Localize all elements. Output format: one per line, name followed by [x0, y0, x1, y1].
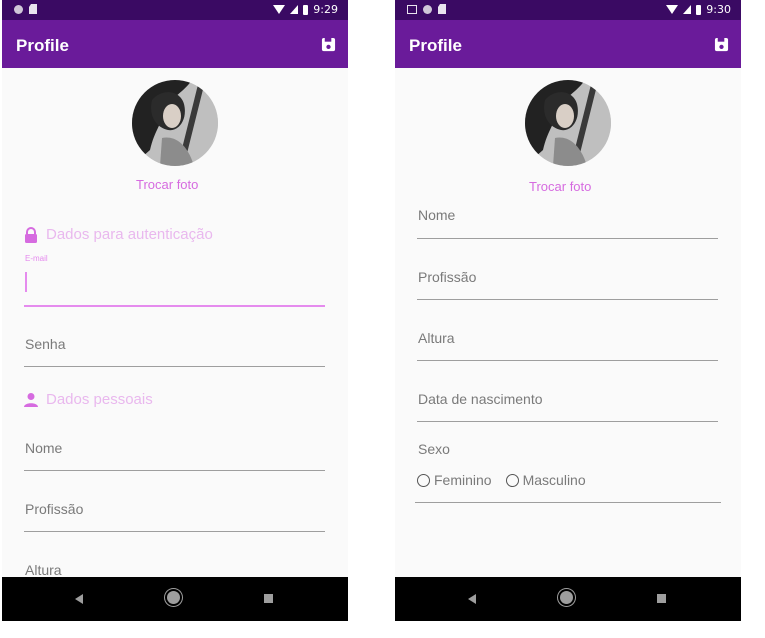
birthdate-field[interactable]: Data de nascimento — [418, 391, 543, 407]
auth-section-label: Dados para autenticação — [46, 226, 213, 243]
status-bar: 9:29 — [2, 0, 348, 20]
wifi-icon — [273, 5, 286, 14]
home-icon[interactable] — [167, 591, 180, 604]
name-field[interactable]: Nome — [418, 207, 455, 223]
app-bar: Profile — [2, 20, 348, 68]
change-photo-link[interactable]: Trocar foto — [529, 179, 591, 194]
phone-screen-left: 9:29 Profile Trocar foto Dados para aute… — [2, 0, 348, 621]
profile-photo — [525, 80, 611, 166]
auth-section-header: Dados para autenticação — [24, 226, 213, 243]
personal-section-header: Dados pessoais — [24, 391, 153, 408]
radio-masculino[interactable]: Masculino — [505, 472, 586, 488]
profession-field[interactable]: Profissão — [25, 501, 83, 517]
battery-icon — [696, 4, 702, 15]
save-icon[interactable] — [321, 37, 336, 52]
battery-icon — [303, 4, 309, 15]
mail-icon — [407, 4, 417, 14]
sex-label: Sexo — [418, 441, 450, 457]
navigation-bar — [395, 577, 741, 621]
email-field[interactable] — [24, 305, 325, 307]
back-icon[interactable] — [468, 594, 476, 604]
name-underline — [417, 238, 718, 239]
notification-dot-icon — [14, 4, 23, 14]
save-icon[interactable] — [714, 37, 729, 52]
sd-card-icon — [438, 4, 446, 14]
password-underline — [24, 366, 325, 367]
email-label: E-mail — [25, 254, 48, 263]
text-cursor — [25, 272, 27, 292]
profession-underline — [417, 299, 718, 300]
signal-icon — [290, 5, 299, 14]
sex-radio-group: Feminino Masculino — [417, 472, 594, 488]
recent-apps-icon[interactable] — [657, 594, 666, 603]
personal-section-label: Dados pessoais — [46, 391, 153, 408]
page-title: Profile — [409, 36, 462, 55]
profession-underline — [24, 531, 325, 532]
lock-icon — [25, 226, 37, 243]
sd-card-icon — [29, 4, 37, 14]
status-time: 9:29 — [313, 3, 338, 16]
status-bar: 9:30 — [395, 0, 741, 20]
avatar[interactable] — [525, 80, 611, 166]
page-title: Profile — [16, 36, 69, 55]
height-field[interactable]: Altura — [25, 562, 62, 578]
notification-dot-icon — [423, 4, 432, 14]
radio-unchecked-icon — [417, 473, 430, 487]
height-underline — [417, 360, 718, 361]
birthdate-underline — [417, 421, 718, 422]
change-photo-link[interactable]: Trocar foto — [136, 177, 198, 192]
radio-masculino-label: Masculino — [522, 472, 586, 488]
navigation-bar — [2, 577, 348, 621]
wifi-icon — [666, 5, 679, 14]
height-field[interactable]: Altura — [418, 330, 455, 346]
person-icon — [24, 392, 38, 407]
back-icon[interactable] — [75, 594, 83, 604]
profession-field[interactable]: Profissão — [418, 269, 476, 285]
profile-photo — [132, 80, 218, 166]
name-underline — [24, 470, 325, 471]
app-bar: Profile — [395, 20, 741, 68]
sex-underline — [415, 502, 721, 503]
home-icon[interactable] — [560, 591, 573, 604]
status-time: 9:30 — [706, 3, 731, 16]
radio-feminino[interactable]: Feminino — [417, 472, 492, 488]
radio-feminino-label: Feminino — [434, 472, 492, 488]
password-field[interactable]: Senha — [25, 336, 65, 352]
name-field[interactable]: Nome — [25, 440, 62, 456]
phone-screen-right: 9:30 Profile Trocar foto Nome Profissão … — [395, 0, 741, 621]
recent-apps-icon[interactable] — [264, 594, 273, 603]
avatar[interactable] — [132, 80, 218, 166]
radio-unchecked-icon — [505, 473, 519, 487]
signal-icon — [683, 5, 692, 14]
